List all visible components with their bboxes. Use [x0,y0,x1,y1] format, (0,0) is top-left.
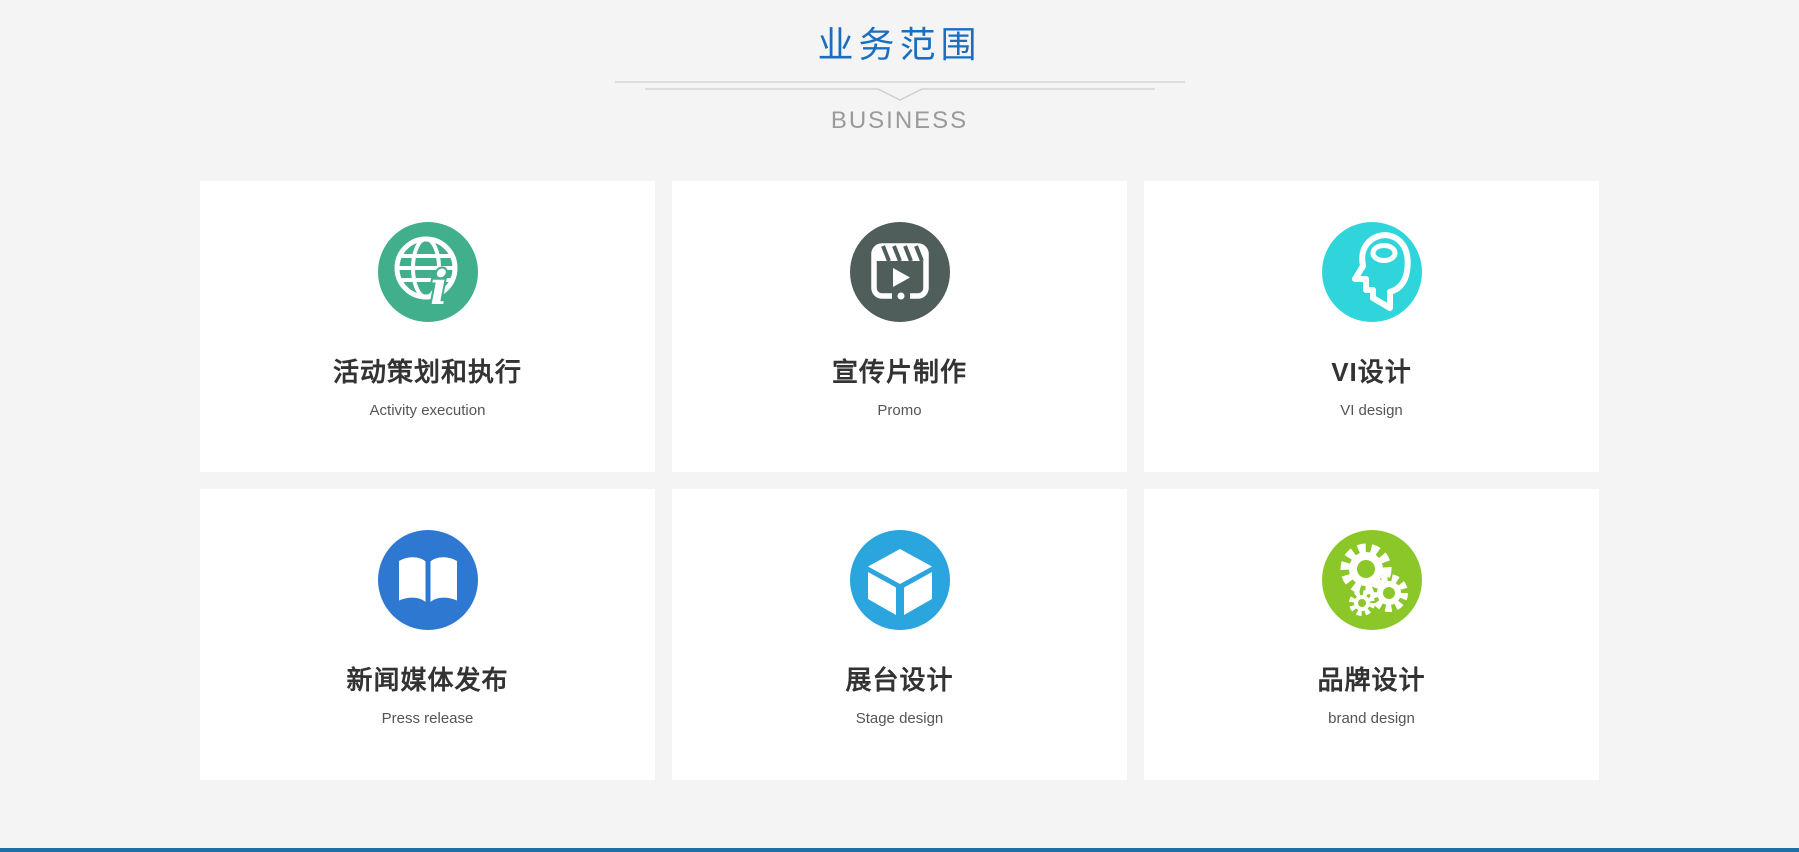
card-subtitle-en: Activity execution [200,402,655,419]
card-activity-execution[interactable]: i 活动策划和执行 Activity execution [200,181,655,472]
card-brand-design[interactable]: 品牌设计 brand design [1144,489,1599,780]
card-title-zh: VI设计 [1144,352,1599,389]
head-profile-icon [1322,222,1422,322]
open-book-icon [378,530,478,630]
card-subtitle-en: Stage design [672,710,1127,727]
card-stage-design[interactable]: 展台设计 Stage design [672,489,1127,780]
cube-icon [850,530,950,630]
card-subtitle-en: Promo [672,402,1127,419]
section-title: 业务范围 [0,24,1799,65]
section-subtitle-en: BUSINESS [0,107,1799,135]
business-section: 业务范围 BUSINESS [0,0,1799,852]
card-title-zh: 活动策划和执行 [200,352,655,389]
card-press-release[interactable]: 新闻媒体发布 Press release [200,489,655,780]
card-vi-design[interactable]: VI设计 VI design [1144,181,1599,472]
gears-icon [1322,530,1422,630]
business-cards-grid: i 活动策划和执行 Activity execution [183,181,1616,780]
globe-info-icon: i [378,222,478,322]
card-title-zh: 新闻媒体发布 [200,660,655,697]
section-divider [615,81,1185,101]
card-title-zh: 宣传片制作 [672,352,1127,389]
card-title-zh: 品牌设计 [1144,660,1599,697]
divider-chevron-icon [615,81,1185,101]
section-header: 业务范围 BUSINESS [0,0,1799,135]
svg-text:i: i [430,261,448,316]
bottom-accent-bar [0,848,1799,852]
card-subtitle-en: Press release [200,710,655,727]
clapperboard-play-icon [850,222,950,322]
card-promo-video[interactable]: 宣传片制作 Promo [672,181,1127,472]
card-subtitle-en: brand design [1144,710,1599,727]
card-title-zh: 展台设计 [672,660,1127,697]
card-subtitle-en: VI design [1144,402,1599,419]
